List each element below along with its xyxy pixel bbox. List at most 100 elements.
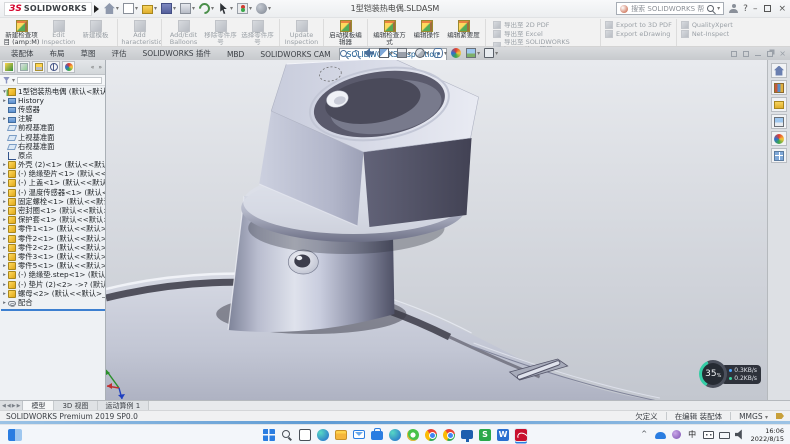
tree-item[interactable]: ▸ (-) 绝缘垫.step<1> (默认<<默认> (1, 271, 105, 280)
expand-arrow-icon[interactable]: ▸ (1, 171, 8, 177)
doc-close-icon[interactable]: × (779, 49, 786, 58)
expand-arrow-icon[interactable]: ▸ (1, 236, 8, 242)
minimize-button[interactable]: – (753, 4, 758, 14)
doc-tab[interactable]: 3D 视图 (54, 401, 97, 410)
ribbon-button[interactable]: 启动模板编辑器 (327, 19, 368, 46)
tree-item[interactable]: ▸ (-) 上盖<1> (默认<<默认>_显示状 (1, 179, 105, 188)
ribbon-button[interactable]: 移除零件序号 (202, 19, 239, 46)
fm-tab[interactable] (32, 61, 45, 73)
ribbon-button[interactable]: 编辑操作 (408, 19, 445, 46)
taskbar-clock[interactable]: 16:06 2022/8/15 (751, 427, 784, 443)
ribbon-tab[interactable]: SOLIDWORKS CAM (252, 48, 338, 60)
dropdown-arrow-icon[interactable]: ▾ (249, 5, 252, 12)
ribbon-button[interactable]: Add/Edit Balloons (165, 19, 202, 46)
taskbar-app-button[interactable] (424, 428, 438, 442)
qat-button[interactable]: ▾ (179, 2, 196, 15)
tree-item[interactable]: 前视基准面 (1, 124, 105, 133)
taskbar-app-button[interactable] (298, 428, 312, 442)
view-tool[interactable] (352, 50, 360, 57)
view-tool[interactable]: ▾ (415, 48, 429, 58)
task-pane-tab[interactable] (771, 80, 787, 95)
tree-item[interactable]: 传感器 (1, 105, 105, 114)
tree-item[interactable]: ▸ 零件3<1> (默认<<默认>_显示状态 (1, 252, 105, 261)
ribbon-small-button[interactable]: 导出至 Excel (493, 30, 596, 38)
expand-arrow-icon[interactable]: ▸ (1, 162, 8, 168)
expand-arrow-icon[interactable]: ▸ (1, 217, 8, 223)
panel-splitter[interactable] (1, 309, 105, 311)
dropdown-arrow-icon[interactable]: ▾ (192, 5, 195, 12)
restore-button[interactable] (764, 5, 771, 12)
tree-item[interactable]: ▸ 外壳 (2)<1> (默认<<默认>_显示状 (1, 161, 105, 170)
dropdown-arrow-icon[interactable]: ▾ (230, 5, 233, 12)
help-button[interactable]: ? (743, 4, 748, 14)
task-pane-tab[interactable] (771, 131, 787, 146)
ribbon-button[interactable]: 新建检查项目 (amp:M) (3, 19, 40, 46)
view-tool[interactable]: ▾ (379, 48, 393, 58)
expand-arrow-icon[interactable]: ▸ (1, 245, 8, 251)
qat-button[interactable]: ▾ (160, 2, 177, 15)
doc-tab[interactable]: 运动算例 1 (98, 401, 150, 410)
expand-arrow-icon[interactable]: ▸ (1, 98, 8, 104)
ribbon-tab[interactable]: 草图 (73, 46, 104, 60)
ribbon-small-button[interactable]: 导出至 2D PDF (493, 21, 596, 29)
qat-button[interactable]: ▾ (141, 2, 158, 15)
task-pane-tab[interactable] (771, 148, 787, 163)
tree-root-item[interactable]: ▾ 1型铠装热电偶 (默认<默认_显示状态-1 (1, 87, 105, 96)
ribbon-tab[interactable]: 装配体 (3, 46, 42, 60)
expand-arrow-icon[interactable]: ▸ (1, 199, 8, 205)
dropdown-arrow-icon[interactable]: ▾ (444, 50, 447, 57)
expand-arrow-icon[interactable]: ▸ (1, 190, 8, 196)
filter-dropdown-icon[interactable]: ▾ (12, 77, 15, 84)
expand-arrow-icon[interactable]: ▸ (1, 180, 8, 186)
tree-item[interactable]: ▸ (-) 温度传感器<1> (默认<<默认>_ (1, 188, 105, 197)
tray-icon[interactable]: 中 (687, 429, 698, 440)
search-dropdown-icon[interactable]: ▾ (717, 5, 720, 12)
tree-item[interactable]: ▸ (-) 绝缘垫片<1> (默认<<默认>_显 (1, 170, 105, 179)
view-tool[interactable]: ▾ (433, 48, 447, 58)
fm-tab[interactable] (2, 61, 15, 73)
view-tool[interactable]: ▾ (397, 48, 411, 58)
tray-icon[interactable]: ^ (639, 429, 650, 440)
ribbon-button[interactable]: Update Inspection Project (283, 19, 324, 46)
taskbar-app-button[interactable] (352, 428, 366, 442)
dropdown-arrow-icon[interactable]: ▾ (390, 50, 393, 57)
ribbon-small-button[interactable]: Export eDrawing (605, 30, 672, 38)
view-tool[interactable] (364, 48, 375, 58)
taskbar-app-button[interactable] (316, 428, 330, 442)
fm-tab[interactable] (62, 61, 75, 73)
ribbon-tab[interactable]: 评估 (104, 46, 135, 60)
taskbar-app-button[interactable] (406, 428, 420, 442)
tree-item[interactable]: ▸ 密封圈<1> (默认<<默认>_显示状 (1, 206, 105, 215)
task-pane-tab[interactable] (771, 63, 787, 78)
tray-icon[interactable] (703, 431, 714, 439)
taskbar-app-button[interactable] (388, 428, 402, 442)
ribbon-button[interactable]: Add Characteristic (121, 19, 162, 46)
qat-button[interactable]: ▾ (122, 2, 139, 15)
system-monitor-overlay[interactable]: 35% 0.3KB/s 0.2KB/s (699, 360, 761, 388)
doc-minimize-icon[interactable] (755, 55, 761, 57)
doc-restore-icon[interactable] (767, 51, 773, 57)
ribbon-small-button[interactable]: QualityXpert (681, 21, 733, 29)
dropdown-arrow-icon[interactable]: ▾ (211, 5, 214, 12)
taskbar-app-button[interactable] (262, 428, 276, 442)
ribbon-tab[interactable]: SOLIDWORKS 插件 (135, 46, 219, 60)
tab-nav-arrows[interactable]: ◀◀▶▶ (0, 401, 23, 410)
tree-item[interactable]: ▸ 螺母<2> (默认<<默认>_显示状态 (1, 289, 105, 298)
expand-arrow-icon[interactable]: ▸ (1, 272, 8, 278)
expand-arrow-icon[interactable]: ▸ (1, 291, 8, 297)
qat-button[interactable]: ▾ (103, 2, 120, 15)
tray-icon[interactable] (719, 432, 730, 439)
taskbar-app-button[interactable] (370, 428, 384, 442)
solidworks-logo[interactable]: ЗS SOLIDWORKS (4, 2, 92, 16)
tray-icon[interactable] (655, 432, 666, 439)
taskbar-app-button[interactable] (514, 428, 528, 442)
graphics-area[interactable]: 35% 0.3KB/s 0.2KB/s (106, 60, 767, 400)
tree-item[interactable]: ▸ 保护套<1> (默认<<默认>_显示状 (1, 216, 105, 225)
tree-item[interactable]: ▸ (-) 垫片 (2)<2> ->? (默认<<默认> (1, 280, 105, 289)
ribbon-button[interactable]: 编辑紧要度 (445, 19, 486, 46)
dropdown-arrow-icon[interactable]: ▾ (135, 5, 138, 12)
ribbon-small-button[interactable]: Net-Inspect (681, 30, 733, 38)
dropdown-arrow-icon[interactable]: ▾ (116, 5, 119, 12)
expand-arrow-icon[interactable]: ▸ (1, 263, 8, 269)
model-3d[interactable] (106, 60, 767, 400)
